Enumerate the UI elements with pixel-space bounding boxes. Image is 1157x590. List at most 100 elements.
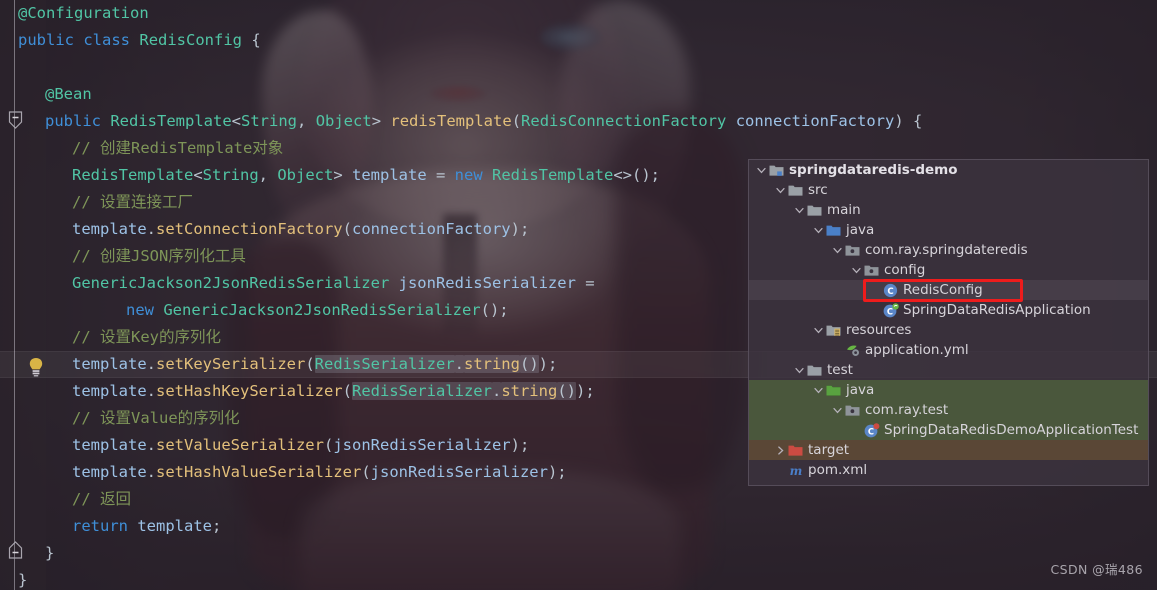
code-line-6[interactable]: // 创建RedisTemplate对象: [0, 135, 1157, 162]
spring-test-class-icon: C: [863, 420, 880, 440]
chevron-down-icon[interactable]: [850, 260, 863, 280]
code-line-5[interactable]: public RedisTemplate<String, Object> red…: [0, 108, 1157, 135]
tree-node-label: target: [808, 442, 850, 458]
code-token: ();: [480, 301, 509, 319]
chevron-down-icon[interactable]: [793, 360, 806, 380]
svg-text:C: C: [886, 306, 892, 316]
code-line-19[interactable]: // 返回: [0, 486, 1157, 513]
chevron-down-icon[interactable]: [812, 380, 825, 400]
code-token: GenericJackson2JsonRedisSerializer: [72, 274, 390, 292]
project-tool-window[interactable]: springdataredis-demo src main java com.ray.s…: [748, 159, 1149, 486]
tree-node-com-ray-test[interactable]: com.ray.test: [749, 400, 1148, 420]
code-token: =: [426, 166, 455, 184]
tree-node-label: RedisConfig: [903, 282, 983, 298]
tree-node-main[interactable]: main: [749, 200, 1148, 220]
code-token: RedisTemplate: [492, 166, 614, 184]
code-token: {: [242, 31, 261, 49]
code-token: // 返回: [72, 490, 131, 508]
chevron-down-icon[interactable]: [831, 400, 844, 420]
code-token: (: [361, 463, 371, 481]
code-token: <>();: [613, 166, 661, 184]
tree-node-label: resources: [846, 322, 912, 338]
code-line-20[interactable]: return template;: [0, 513, 1157, 540]
project-tree[interactable]: springdataredis-demo src main java com.ray.s…: [749, 160, 1148, 480]
code-token: setKeySerializer: [156, 355, 306, 373]
code-token: RedisSerializer: [351, 382, 492, 400]
tree-node-com-ray-springdateredis[interactable]: com.ray.springdateredis: [749, 240, 1148, 260]
chevron-down-icon[interactable]: [831, 240, 844, 260]
code-line-22[interactable]: }: [0, 567, 1157, 590]
code-line-1[interactable]: @Configuration: [0, 0, 1157, 27]
code-line-4[interactable]: @Bean: [0, 81, 1157, 108]
chevron-down-icon[interactable]: [812, 320, 825, 340]
code-token: // 创建JSON序列化工具: [72, 247, 246, 265]
code-token: RedisTemplate: [72, 166, 194, 184]
chevron-down-icon[interactable]: [812, 220, 825, 240]
tree-node-resources[interactable]: resources: [749, 320, 1148, 340]
tree-node-springdataredis-demo[interactable]: springdataredis-demo: [749, 160, 1148, 180]
folder-icon: [806, 360, 823, 380]
tree-node-target[interactable]: target: [749, 440, 1148, 460]
code-token: // 设置Key的序列化: [72, 328, 221, 346]
chevron-down-icon[interactable]: [793, 200, 806, 220]
tree-node-test[interactable]: test: [749, 360, 1148, 380]
tree-node-label: main: [827, 202, 861, 218]
code-token: .: [146, 355, 156, 373]
module-folder-icon: [768, 160, 785, 180]
tree-node-src[interactable]: src: [749, 180, 1148, 200]
chevron-down-icon[interactable]: [774, 180, 787, 200]
code-line-3[interactable]: [0, 54, 1157, 81]
code-token: (: [342, 220, 352, 238]
code-token: }: [18, 571, 28, 589]
tree-node-springdataredisapplication[interactable]: C SpringDataRedisApplication: [749, 300, 1148, 320]
csdn-watermark: CSDN @瑞486: [1050, 562, 1143, 577]
tree-node-application-yml[interactable]: application.yml: [749, 340, 1148, 360]
code-line-2[interactable]: public class RedisConfig {: [0, 27, 1157, 54]
tree-node-springdataredisdemoapplicationtest[interactable]: C SpringDataRedisDemoApplicationTest: [749, 420, 1148, 440]
chevron-down-icon[interactable]: [755, 160, 768, 180]
code-line-21[interactable]: }: [0, 540, 1157, 567]
code-token: // 创建RedisTemplate对象: [72, 139, 284, 157]
code-token: jsonRedisSerializer: [398, 274, 576, 292]
code-token: Object: [277, 166, 334, 184]
code-token: >: [333, 166, 353, 184]
code-token: Object: [315, 112, 372, 130]
code-token: .: [146, 382, 156, 400]
code-token: .: [454, 355, 464, 373]
code-token: return: [72, 517, 128, 535]
code-token: String: [241, 112, 298, 130]
code-token: class: [83, 31, 131, 49]
svg-text:C: C: [887, 286, 893, 296]
code-token: RedisConfig: [139, 31, 243, 49]
code-token: .: [491, 382, 502, 400]
code-token: template: [72, 382, 147, 400]
code-token: template: [352, 166, 427, 184]
code-token: template: [72, 436, 147, 454]
code-token: setHashValueSerializer: [156, 463, 362, 481]
tree-node-label: src: [808, 182, 828, 198]
tree-node-pom-xml[interactable]: m pom.xml: [749, 460, 1148, 480]
code-token: string: [463, 355, 520, 373]
folder-icon: [787, 180, 804, 200]
code-token: .: [146, 463, 156, 481]
chevron-right-icon[interactable]: [774, 440, 787, 460]
code-token: (): [519, 355, 539, 373]
tree-node-config[interactable]: config: [749, 260, 1148, 280]
code-token: // 设置连接工厂: [72, 193, 193, 211]
tree-node-java[interactable]: java: [749, 380, 1148, 400]
code-token: ;: [212, 517, 222, 535]
code-token: string: [501, 382, 558, 400]
code-token: jsonRedisSerializer: [333, 436, 511, 454]
code-token: (: [342, 382, 352, 400]
tree-node-java[interactable]: java: [749, 220, 1148, 240]
code-token: new: [454, 166, 483, 184]
code-token: (: [511, 112, 522, 130]
tree-node-redisconfig[interactable]: C RedisConfig: [749, 280, 1148, 300]
